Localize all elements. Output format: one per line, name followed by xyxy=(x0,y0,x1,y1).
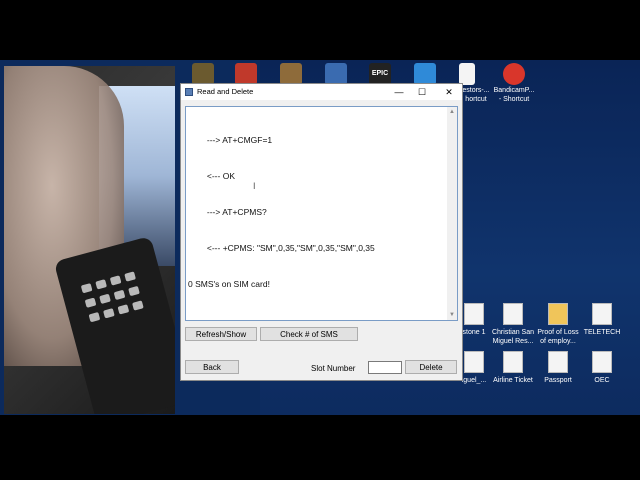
scroll-down-icon[interactable]: ▼ xyxy=(448,311,456,319)
delete-button[interactable]: Delete xyxy=(405,360,457,374)
epic-games-icon[interactable]: EPIC xyxy=(369,63,391,85)
text-cursor-icon: I xyxy=(253,181,256,191)
desktop-app-icon[interactable] xyxy=(325,63,347,85)
refresh-show-button[interactable]: Refresh/Show xyxy=(185,327,257,341)
slot-number-label: Slot Number xyxy=(311,364,356,373)
bandicam-icon[interactable] xyxy=(503,63,525,85)
desktop-app-icon[interactable] xyxy=(235,63,257,85)
check-sms-count-button[interactable]: Check # of SMS xyxy=(260,327,358,341)
webcam-phone xyxy=(53,235,175,414)
desktop-icon-oec[interactable]: OEC xyxy=(564,351,640,385)
back-button[interactable]: Back xyxy=(185,360,239,374)
document-icon xyxy=(592,351,612,373)
desktop-icon-label: OEC xyxy=(594,377,610,384)
desktop-app-icon[interactable] xyxy=(192,63,214,85)
log-line: 0 SMS's on SIM card! xyxy=(188,279,270,289)
desktop-app-icon[interactable] xyxy=(414,63,436,85)
desktop-icon-teletech[interactable]: TELETECH xyxy=(564,303,640,337)
close-button[interactable]: ✕ xyxy=(438,85,460,99)
maximize-button[interactable]: ☐ xyxy=(411,85,433,99)
scroll-up-icon[interactable]: ▲ xyxy=(448,108,456,116)
file-icon[interactable] xyxy=(459,63,475,85)
log-line: ---> AT+CMGF=1 xyxy=(188,135,273,145)
log-lines: ---> AT+CMGF=1 <--- OK ---> AT+CPMS? <--… xyxy=(188,110,375,314)
phone-key xyxy=(117,304,130,315)
desktop-icon-bandicam[interactable]: BandicamP... - Shortcut xyxy=(476,86,552,104)
slot-number-input[interactable] xyxy=(368,361,402,374)
phone-key xyxy=(99,293,111,304)
document-icon xyxy=(592,303,612,325)
desktop-icon-label: BandicamP... - Shortcut xyxy=(493,87,535,103)
phone-key xyxy=(95,279,108,290)
phone-key xyxy=(84,297,97,308)
phone-key xyxy=(88,312,101,323)
sms-log-textbox[interactable]: ---> AT+CMGF=1 <--- OK ---> AT+CPMS? <--… xyxy=(185,106,458,321)
phone-key xyxy=(113,289,126,301)
phone-key xyxy=(132,300,144,311)
phone-key xyxy=(128,285,140,297)
log-line: <--- OK xyxy=(188,171,235,181)
minimize-button[interactable]: — xyxy=(388,85,410,99)
log-line: <--- +CPMS: "SM",0,35,"SM",0,35,"SM",0,3… xyxy=(188,243,375,253)
app-icon xyxy=(185,88,193,96)
desktop-app-icon[interactable] xyxy=(280,63,302,85)
read-and-delete-window: Read and Delete — ☐ ✕ ---> AT+CMGF=1 <--… xyxy=(180,83,463,381)
log-scrollbar[interactable]: ▲ ▼ xyxy=(447,107,457,320)
phone-key xyxy=(80,283,93,294)
desktop-icon-label: TELETECH xyxy=(583,329,621,336)
window-title: Read and Delete xyxy=(197,87,254,96)
phone-key xyxy=(103,308,115,319)
window-titlebar[interactable]: Read and Delete — ☐ ✕ xyxy=(181,84,462,100)
phone-key xyxy=(124,271,136,282)
log-line: ---> AT+CPMS? xyxy=(188,207,267,217)
phone-key xyxy=(109,275,122,286)
webcam-overlay xyxy=(4,66,175,414)
